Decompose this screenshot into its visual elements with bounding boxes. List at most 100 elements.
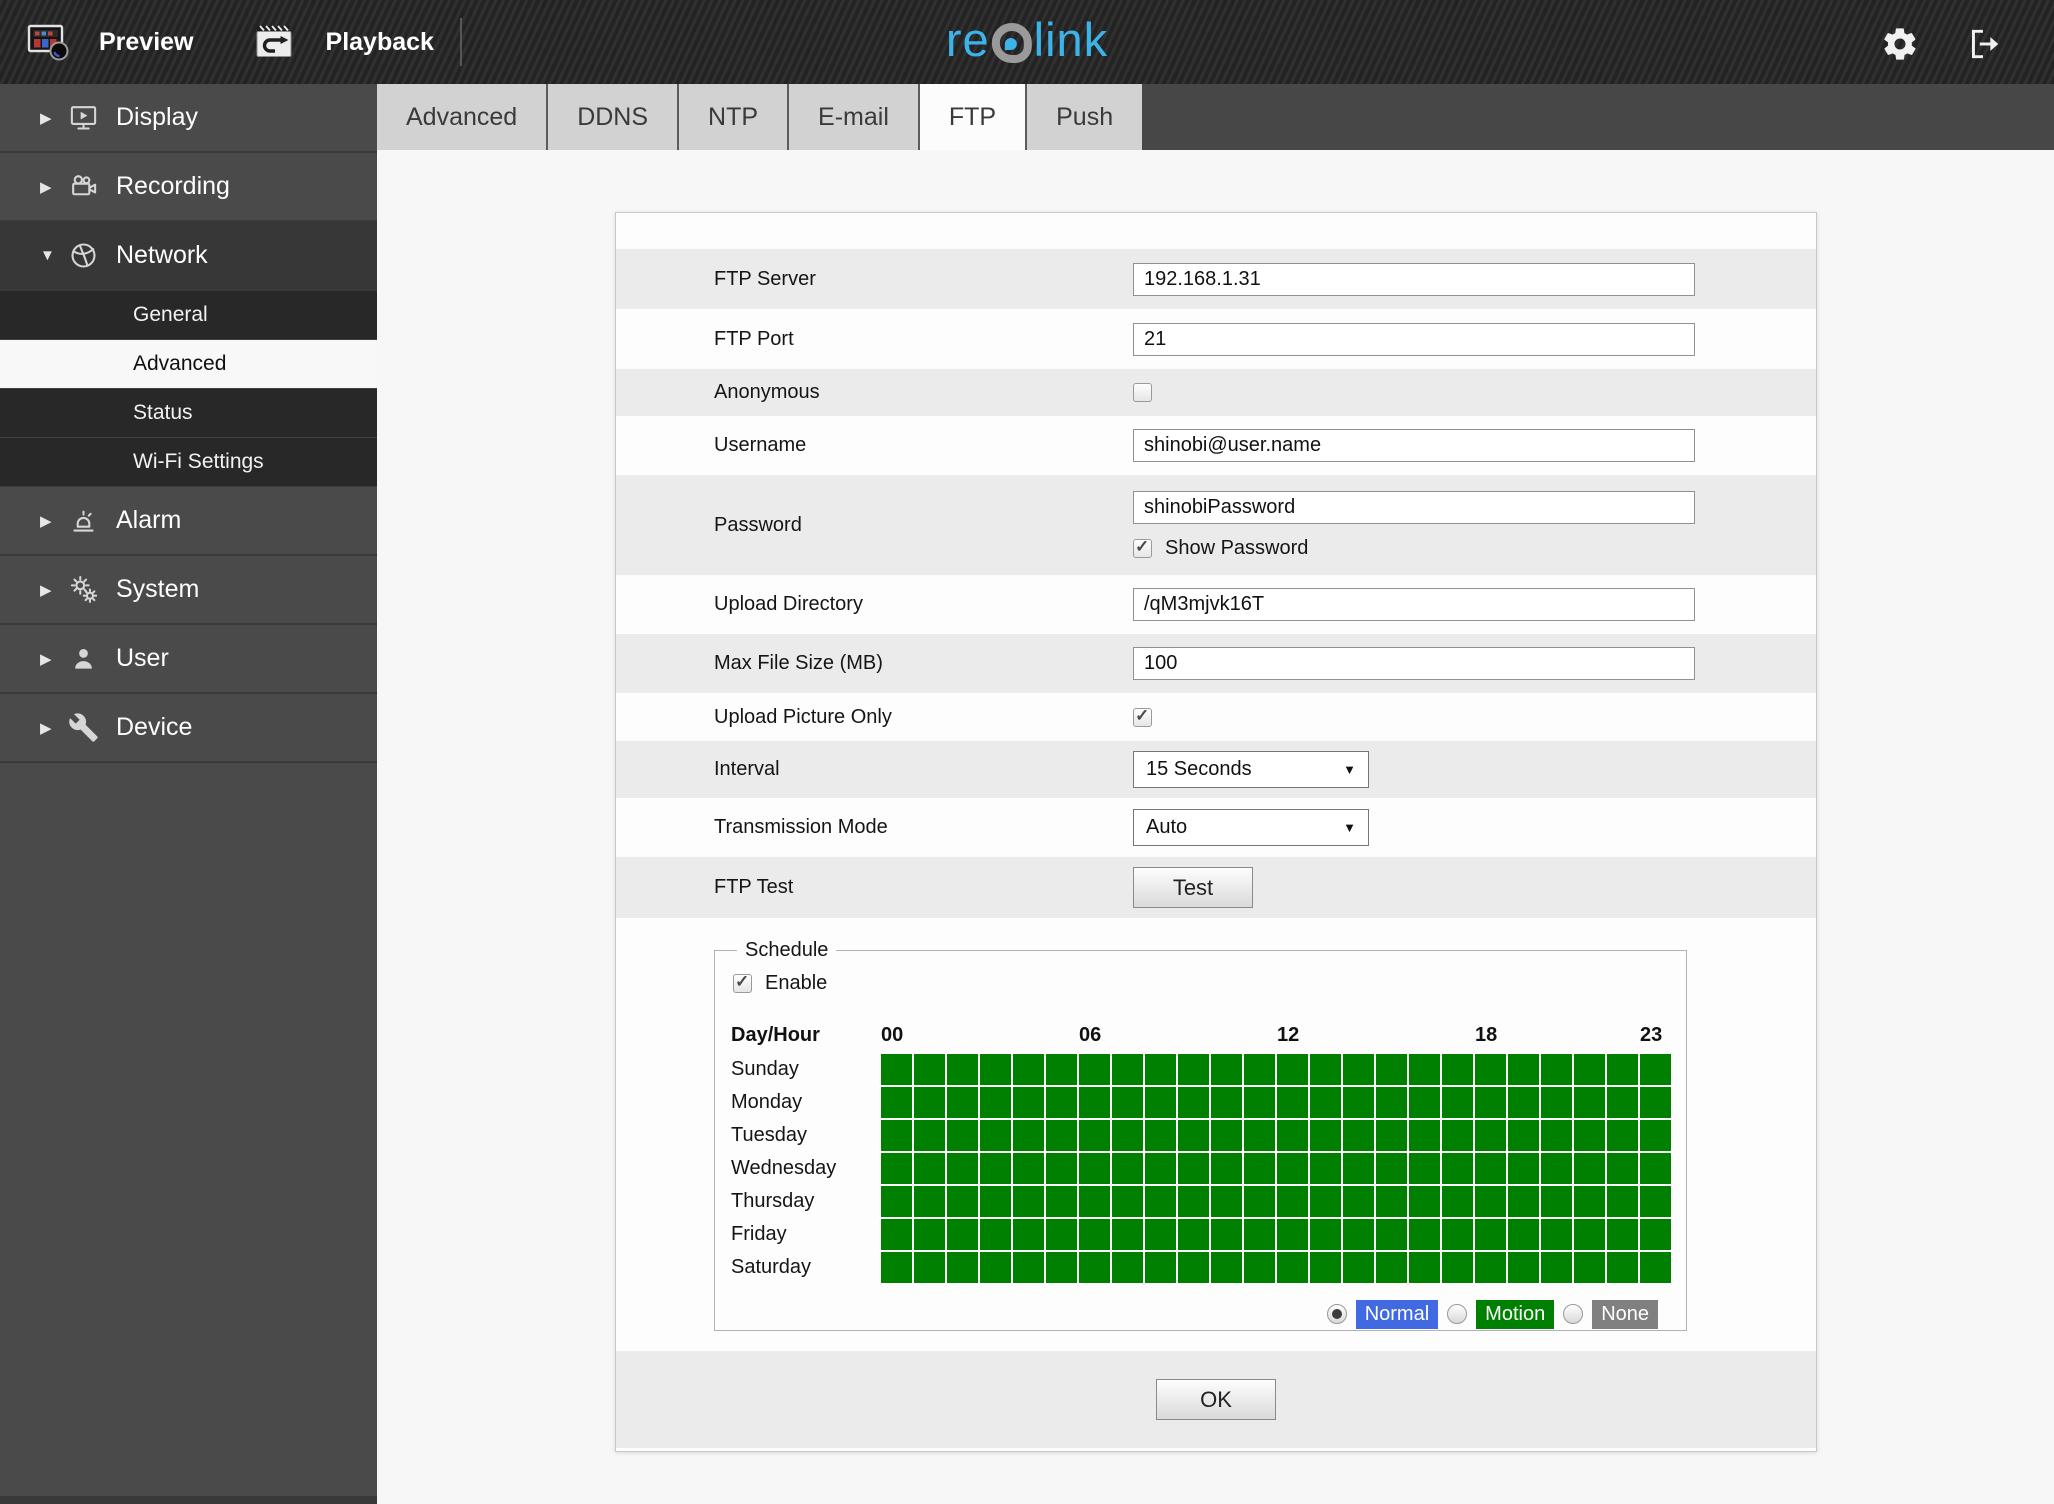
schedule-cell[interactable] <box>1442 1185 1473 1217</box>
schedule-cell[interactable] <box>1640 1185 1671 1217</box>
schedule-cell[interactable] <box>1442 1251 1473 1283</box>
schedule-cell[interactable] <box>980 1053 1011 1085</box>
schedule-cell[interactable] <box>1013 1119 1044 1151</box>
schedule-cell[interactable] <box>1574 1119 1605 1151</box>
schedule-cell[interactable] <box>1178 1053 1209 1085</box>
schedule-cell[interactable] <box>1046 1053 1077 1085</box>
schedule-cell[interactable] <box>881 1086 912 1118</box>
schedule-cell[interactable] <box>1310 1218 1341 1250</box>
schedule-cell[interactable] <box>914 1086 945 1118</box>
schedule-cell[interactable] <box>914 1119 945 1151</box>
schedule-cell[interactable] <box>1079 1119 1110 1151</box>
schedule-cell[interactable] <box>1112 1119 1143 1151</box>
schedule-cell[interactable] <box>947 1086 978 1118</box>
schedule-cell[interactable] <box>1013 1251 1044 1283</box>
password-input[interactable] <box>1133 490 1695 524</box>
sidebar-item-advanced[interactable]: Advanced <box>0 340 377 389</box>
schedule-cell[interactable] <box>1376 1218 1407 1250</box>
schedule-cell[interactable] <box>1508 1086 1539 1118</box>
schedule-cell[interactable] <box>947 1218 978 1250</box>
schedule-cell[interactable] <box>881 1251 912 1283</box>
interval-select[interactable]: 15 Seconds <box>1133 751 1369 788</box>
schedule-cell[interactable] <box>1376 1185 1407 1217</box>
schedule-cell[interactable] <box>1343 1053 1374 1085</box>
schedule-cell[interactable] <box>881 1119 912 1151</box>
schedule-cell[interactable] <box>1244 1218 1275 1250</box>
schedule-cell[interactable] <box>1640 1218 1671 1250</box>
schedule-cell[interactable] <box>1541 1251 1572 1283</box>
tab-ftp[interactable]: FTP <box>917 84 1026 150</box>
schedule-cell[interactable] <box>1343 1119 1374 1151</box>
schedule-cell[interactable] <box>1574 1218 1605 1250</box>
schedule-cell[interactable] <box>1145 1218 1176 1250</box>
schedule-cell[interactable] <box>1244 1185 1275 1217</box>
schedule-cell[interactable] <box>1178 1152 1209 1184</box>
schedule-cell[interactable] <box>1376 1251 1407 1283</box>
schedule-cell[interactable] <box>1013 1218 1044 1250</box>
max-file-size-input[interactable] <box>1133 647 1695 680</box>
schedule-cell[interactable] <box>1013 1152 1044 1184</box>
schedule-cell[interactable] <box>1376 1119 1407 1151</box>
schedule-cell[interactable] <box>1508 1185 1539 1217</box>
username-input[interactable] <box>1133 429 1695 462</box>
tab-e-mail[interactable]: E-mail <box>787 84 918 150</box>
schedule-cell[interactable] <box>1376 1086 1407 1118</box>
schedule-cell[interactable] <box>1277 1251 1308 1283</box>
schedule-cell[interactable] <box>1508 1119 1539 1151</box>
schedule-cell[interactable] <box>1640 1251 1671 1283</box>
schedule-cell[interactable] <box>1079 1185 1110 1217</box>
schedule-cell[interactable] <box>1475 1251 1506 1283</box>
schedule-cell[interactable] <box>1013 1185 1044 1217</box>
schedule-cell[interactable] <box>1343 1152 1374 1184</box>
sidebar-item-alarm[interactable]: ▶ Alarm <box>0 487 377 556</box>
schedule-cell[interactable] <box>1112 1251 1143 1283</box>
schedule-cell[interactable] <box>1145 1185 1176 1217</box>
sidebar-item-recording[interactable]: ▶ Recording <box>0 153 377 222</box>
playback-button[interactable]: Playback <box>252 18 434 66</box>
schedule-cell[interactable] <box>1541 1152 1572 1184</box>
schedule-cell[interactable] <box>1343 1185 1374 1217</box>
schedule-cell[interactable] <box>914 1053 945 1085</box>
schedule-cell[interactable] <box>1211 1251 1242 1283</box>
schedule-cell[interactable] <box>1211 1218 1242 1250</box>
transmission-mode-select[interactable]: Auto <box>1133 809 1369 846</box>
schedule-cell[interactable] <box>947 1152 978 1184</box>
radio-normal[interactable] <box>1326 1304 1347 1324</box>
schedule-cell[interactable] <box>1442 1152 1473 1184</box>
schedule-cell[interactable] <box>1310 1053 1341 1085</box>
schedule-cell[interactable] <box>1046 1086 1077 1118</box>
schedule-cell[interactable] <box>1343 1218 1374 1250</box>
tab-push[interactable]: Push <box>1025 84 1143 150</box>
schedule-cell[interactable] <box>1310 1152 1341 1184</box>
schedule-cell[interactable] <box>1211 1185 1242 1217</box>
schedule-cell[interactable] <box>1244 1119 1275 1151</box>
schedule-cell[interactable] <box>1475 1218 1506 1250</box>
schedule-cell[interactable] <box>1541 1053 1572 1085</box>
schedule-cell[interactable] <box>1409 1119 1440 1151</box>
schedule-cell[interactable] <box>947 1119 978 1151</box>
schedule-cell[interactable] <box>980 1152 1011 1184</box>
schedule-cell[interactable] <box>1178 1185 1209 1217</box>
schedule-cell[interactable] <box>1013 1053 1044 1085</box>
schedule-cell[interactable] <box>1541 1119 1572 1151</box>
schedule-cell[interactable] <box>1112 1185 1143 1217</box>
schedule-cell[interactable] <box>914 1251 945 1283</box>
schedule-cell[interactable] <box>1607 1185 1638 1217</box>
schedule-cell[interactable] <box>1277 1119 1308 1151</box>
sidebar-item-general[interactable]: General <box>0 291 377 340</box>
ftp-test-button[interactable]: Test <box>1133 867 1253 908</box>
schedule-cell[interactable] <box>1244 1251 1275 1283</box>
schedule-cell[interactable] <box>1277 1185 1308 1217</box>
schedule-cell[interactable] <box>1112 1086 1143 1118</box>
schedule-cell[interactable] <box>1244 1053 1275 1085</box>
schedule-cell[interactable] <box>1343 1086 1374 1118</box>
schedule-cell[interactable] <box>1574 1152 1605 1184</box>
tab-ntp[interactable]: NTP <box>677 84 788 150</box>
preview-button[interactable]: Preview <box>25 18 194 66</box>
schedule-cell[interactable] <box>1343 1251 1374 1283</box>
schedule-cell[interactable] <box>1277 1086 1308 1118</box>
schedule-cell[interactable] <box>1079 1218 1110 1250</box>
logout-icon[interactable] <box>1964 24 2004 64</box>
schedule-cell[interactable] <box>980 1251 1011 1283</box>
sidebar-item-device[interactable]: ▶ Device <box>0 694 377 763</box>
